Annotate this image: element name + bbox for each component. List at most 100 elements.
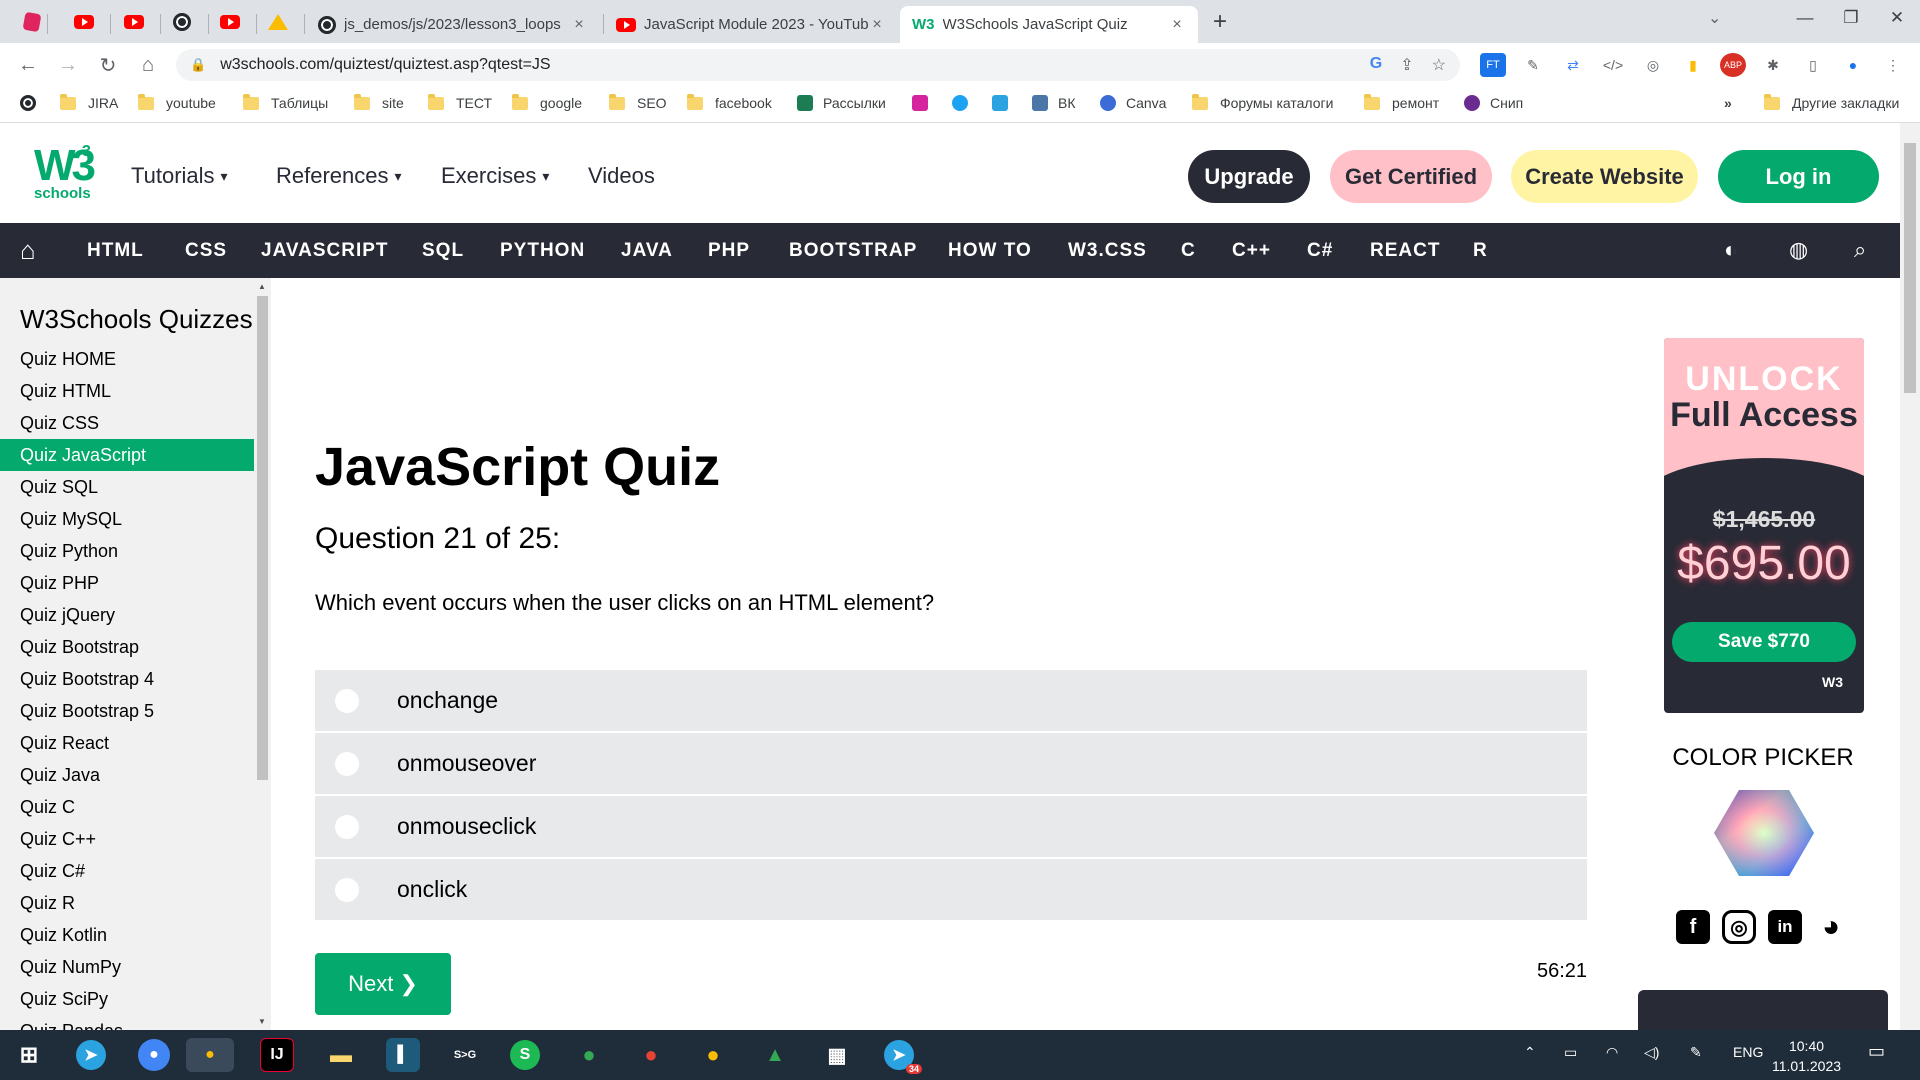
topic-bootstrap[interactable]: BOOTSTRAP xyxy=(789,240,917,262)
answer-option[interactable]: onclick xyxy=(315,859,1587,922)
extension-circle-icon[interactable]: ◎ xyxy=(1640,53,1666,77)
volume-icon[interactable]: ◁) xyxy=(1644,1044,1659,1061)
profile-avatar-icon[interactable]: ● xyxy=(1840,53,1866,77)
more-bookmarks-button[interactable]: » xyxy=(1724,95,1732,111)
sidebar-item-quiz-numpy[interactable]: Quiz NumPy xyxy=(0,951,254,983)
topic-c[interactable]: C xyxy=(1181,240,1196,262)
new-tab-button[interactable]: + xyxy=(1213,8,1227,36)
pen-icon[interactable]: ✎ xyxy=(1690,1044,1702,1061)
eyedropper-icon[interactable]: ✎ xyxy=(1520,53,1546,77)
topic-html[interactable]: HTML xyxy=(87,240,144,262)
bookmark-seo[interactable]: SEO xyxy=(609,93,667,111)
scroll-up-icon[interactable]: ▲ xyxy=(258,282,266,291)
sidebar-item-quiz-sql[interactable]: Quiz SQL xyxy=(0,471,254,503)
bookmark-instagram[interactable] xyxy=(912,95,938,111)
scroll-down-icon[interactable]: ▼ xyxy=(258,1017,266,1026)
menu-references[interactable]: References ▾ xyxy=(276,163,402,189)
answer-option[interactable]: onmouseclick xyxy=(315,796,1587,859)
menu-tutorials[interactable]: Tutorials ▾ xyxy=(131,163,228,189)
chrome-active-icon[interactable]: ● xyxy=(186,1038,234,1072)
adblock-icon[interactable]: ABP xyxy=(1720,53,1746,77)
bookmark-youtube[interactable]: youtube xyxy=(138,93,216,111)
radio-button[interactable] xyxy=(335,877,359,902)
omnibox[interactable]: 🔒 w3schools.com/quiztest/quiztest.asp?qt… xyxy=(176,49,1460,81)
bookmark-github[interactable] xyxy=(20,95,36,111)
pinned-tab-youtube-2[interactable] xyxy=(114,8,154,36)
tab-w3schools-quiz[interactable]: W3 W3Schools JavaScript Quiz × xyxy=(900,6,1198,43)
translate-icon[interactable]: ⇄ xyxy=(1560,53,1586,77)
close-window-icon[interactable]: ✕ xyxy=(1874,0,1920,36)
sidebar-item-quiz-cpp[interactable]: Quiz C++ xyxy=(0,823,254,855)
menu-exercises[interactable]: Exercises ▾ xyxy=(441,163,549,189)
topic-react[interactable]: REACT xyxy=(1370,240,1440,262)
telegram-icon[interactable]: ➤ xyxy=(76,1040,106,1070)
notes-extension-icon[interactable]: ▮ xyxy=(1680,53,1706,77)
sidebar-item-quiz-react[interactable]: Quiz React xyxy=(0,727,254,759)
sidebar-item-quiz-php[interactable]: Quiz PHP xyxy=(0,567,254,599)
tray-chevron-icon[interactable]: ⌃ xyxy=(1524,1044,1536,1061)
calculator-icon[interactable]: ▦ xyxy=(820,1038,854,1072)
get-certified-button[interactable]: Get Certified xyxy=(1330,150,1492,203)
topic-r[interactable]: R xyxy=(1473,240,1488,262)
chrome-profile-4-icon[interactable]: ● xyxy=(696,1038,730,1072)
bookmark-google[interactable]: google xyxy=(512,93,582,111)
radio-button[interactable] xyxy=(335,814,359,839)
sidebar-item-quiz-c[interactable]: Quiz C xyxy=(0,791,254,823)
ad-save-button[interactable]: Save $770 xyxy=(1672,622,1856,662)
bookmark-star-icon[interactable]: ☆ xyxy=(1432,55,1446,75)
close-icon[interactable]: × xyxy=(1168,16,1186,34)
sidebar-item-quiz-bootstrap5[interactable]: Quiz Bootstrap 5 xyxy=(0,695,254,727)
sidebar-item-quiz-r[interactable]: Quiz R xyxy=(0,887,254,919)
bookmark-test[interactable]: ТЕСТ xyxy=(428,93,492,111)
next-button[interactable]: Next ❯ xyxy=(315,953,451,1015)
get-certified-promo-box[interactable] xyxy=(1638,990,1888,1030)
answer-option[interactable]: onchange xyxy=(315,670,1587,733)
bookmark-repair[interactable]: ремонт xyxy=(1364,93,1439,111)
notifications-icon[interactable]: ▭ xyxy=(1868,1041,1885,1062)
topic-java[interactable]: JAVA xyxy=(621,240,673,262)
tab-youtube-video[interactable]: JavaScript Module 2023 - YouTub × xyxy=(604,6,898,43)
upgrade-ad-banner[interactable]: UNLOCK Full Access $1,465.00 $695.00 Sav… xyxy=(1664,338,1864,713)
bookmark-canva[interactable]: Canva xyxy=(1100,95,1166,111)
topic-php[interactable]: PHP xyxy=(708,240,750,262)
login-button[interactable]: Log in xyxy=(1718,150,1879,203)
dark-mode-icon[interactable]: ◐ xyxy=(1724,237,1737,263)
topic-csharp[interactable]: C# xyxy=(1307,240,1333,262)
back-icon[interactable]: ← xyxy=(16,53,40,77)
chrome-profile-2-icon[interactable]: ● xyxy=(572,1038,606,1072)
color-picker-heading[interactable]: COLOR PICKER xyxy=(1626,744,1900,772)
bookmark-dict[interactable] xyxy=(992,95,1018,111)
sidebar-item-quiz-javascript[interactable]: Quiz JavaScript xyxy=(0,439,254,471)
search-icon[interactable]: ⌕ xyxy=(1854,237,1866,263)
close-icon[interactable]: × xyxy=(868,16,886,34)
color-picker-hexagon-icon[interactable] xyxy=(1714,788,1814,878)
bookmark-twitter[interactable] xyxy=(952,95,978,111)
pinned-tab-youtube-3[interactable] xyxy=(210,8,250,36)
battery-icon[interactable]: ▭ xyxy=(1564,1044,1577,1061)
create-website-button[interactable]: Create Website xyxy=(1511,150,1698,203)
share-icon[interactable]: ⇪ xyxy=(1400,55,1413,75)
bookmark-other[interactable]: Другие закладки xyxy=(1764,93,1899,111)
chrome-icon[interactable]: ● xyxy=(138,1039,170,1071)
w3schools-logo[interactable]: W3 3 schools xyxy=(34,143,96,203)
app-blue-icon[interactable]: ▌ xyxy=(386,1038,420,1072)
sidebar-item-quiz-kotlin[interactable]: Quiz Kotlin xyxy=(0,919,254,951)
scrollbar-thumb[interactable] xyxy=(257,296,268,780)
topic-howto[interactable]: HOW TO xyxy=(948,240,1032,262)
google-drive-icon[interactable]: ▲ xyxy=(758,1038,792,1072)
system-clock[interactable]: 10:40 11.01.2023 xyxy=(1772,1036,1841,1076)
bookmark-jira[interactable]: JIRA xyxy=(60,93,118,111)
pinned-tab-github[interactable] xyxy=(162,8,202,36)
code-extension-icon[interactable]: </> xyxy=(1600,53,1626,77)
sidebar-item-quiz-mysql[interactable]: Quiz MySQL xyxy=(0,503,254,535)
bookmark-site[interactable]: site xyxy=(354,93,404,111)
upgrade-button[interactable]: Upgrade xyxy=(1188,150,1310,203)
topic-w3css[interactable]: W3.CSS xyxy=(1068,240,1147,262)
forward-icon[interactable]: → xyxy=(56,53,80,77)
sidebar-item-quiz-home[interactable]: Quiz HOME xyxy=(0,343,254,375)
bookmark-facebook[interactable]: facebook xyxy=(687,93,772,111)
extensions-puzzle-icon[interactable]: ✱ xyxy=(1760,53,1786,77)
topic-javascript[interactable]: JAVASCRIPT xyxy=(261,240,389,262)
facebook-icon[interactable]: f xyxy=(1676,910,1710,944)
wifi-icon[interactable]: ◠ xyxy=(1606,1044,1618,1061)
